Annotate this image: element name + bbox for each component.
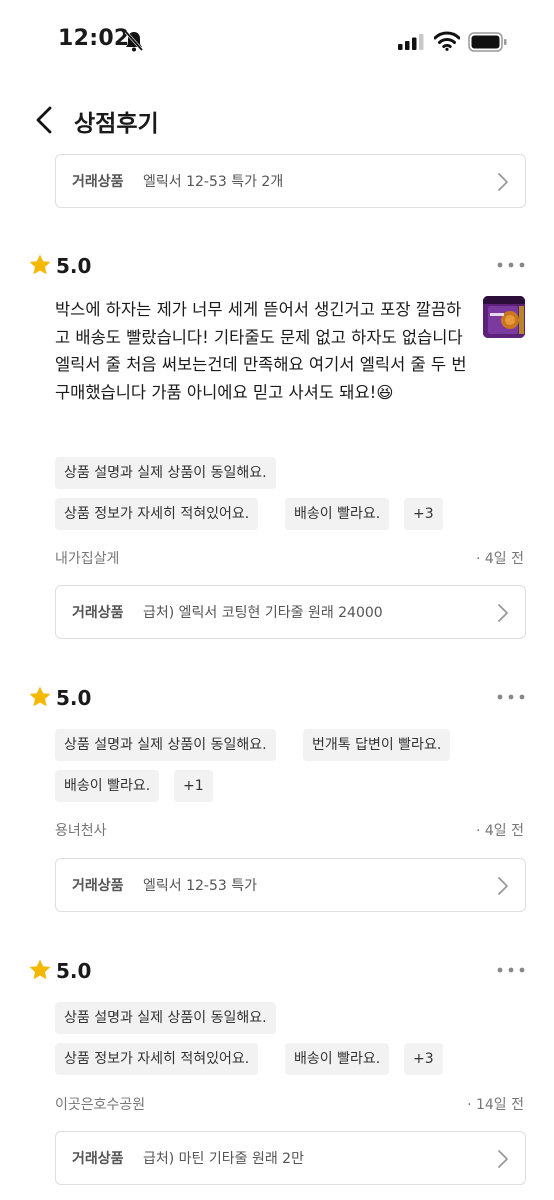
more-tags-count[interactable]: +1 (174, 770, 213, 802)
chevron-right-icon (498, 877, 508, 895)
star-icon (29, 959, 51, 980)
review-tag: 배송이 빨라요. (285, 1043, 390, 1075)
review-tag: 상품 정보가 자세히 적혀있어요. (55, 1043, 259, 1075)
trade-product-label: 거래상품 (72, 605, 124, 621)
trade-product-name: 급처) 마틴 기타줄 원래 2만 (143, 1151, 304, 1167)
review-tag: 배송이 빨라요. (55, 770, 160, 802)
back-icon[interactable] (30, 100, 60, 140)
review-tag: 상품 설명과 실제 상품이 동일해요. (55, 457, 276, 489)
reviewer-name[interactable]: 이곳은호수공원 (55, 1094, 145, 1114)
review-tag: 상품 설명과 실제 상품이 동일해요. (55, 1002, 276, 1034)
status-bar: 12:02 (0, 0, 554, 84)
reviewer-name[interactable]: 용녀천사 (55, 820, 107, 840)
star-icon (29, 254, 51, 275)
more-horizontal-icon[interactable] (496, 962, 526, 978)
trade-product-link[interactable]: 거래상품 엘릭서 12-53 특가 2개 (55, 154, 526, 208)
trade-product-label: 거래상품 (72, 878, 124, 894)
trade-product-label: 거래상품 (72, 1151, 124, 1167)
trade-product-name: 엘릭서 12-53 특가 2개 (143, 174, 284, 190)
review-time: · 4일 전 (475, 551, 524, 567)
nav-header: 상점후기 (0, 96, 554, 144)
review-tag: 번개톡 답변이 빨라요. (303, 729, 451, 761)
review-photo-thumbnail[interactable] (483, 296, 525, 338)
reviewer-name[interactable]: 내가집살게 (55, 548, 119, 568)
chevron-right-icon (498, 1150, 508, 1168)
more-horizontal-icon[interactable] (496, 257, 526, 273)
trade-product-link[interactable]: 거래상품 엘릭서 12-53 특가 (55, 858, 526, 912)
review-text: 박스에 하자는 제가 너무 세게 뜯어서 생긴거고 포장 깔끔하고 배송도 빨랐… (55, 300, 467, 402)
more-tags-count[interactable]: +3 (404, 498, 443, 530)
battery-icon (468, 32, 507, 52)
review-tag: 배송이 빨라요. (285, 498, 390, 530)
silent-bell-icon (124, 31, 144, 52)
review-time: · 14일 전 (467, 1097, 524, 1113)
signal-icon (398, 34, 424, 50)
chevron-right-icon (498, 173, 508, 191)
more-horizontal-icon[interactable] (496, 689, 526, 705)
trade-product-name: 급처) 엘릭서 코팅현 기타줄 원래 24000 (143, 605, 383, 621)
trade-product-link[interactable]: 거래상품 급처) 엘릭서 코팅현 기타줄 원래 24000 (55, 585, 526, 639)
review-time: · 4일 전 (475, 823, 524, 839)
trade-product-label: 거래상품 (72, 174, 124, 190)
wifi-icon (434, 31, 460, 51)
rating-score: 5.0 (56, 959, 92, 983)
review-tag: 상품 정보가 자세히 적혀있어요. (55, 498, 259, 530)
more-tags-count[interactable]: +3 (404, 1043, 443, 1075)
chevron-right-icon (498, 604, 508, 622)
status-time: 12:02 (58, 26, 130, 51)
star-icon (29, 686, 51, 707)
guitar-strings-package-image (483, 296, 525, 338)
rating-score: 5.0 (56, 254, 92, 278)
page-title: 상점후기 (74, 111, 159, 137)
rating-score: 5.0 (56, 686, 92, 710)
trade-product-link[interactable]: 거래상품 급처) 마틴 기타줄 원래 2만 (55, 1131, 526, 1185)
review-tag: 상품 설명과 실제 상품이 동일해요. (55, 729, 276, 761)
trade-product-name: 엘릭서 12-53 특가 (143, 878, 257, 894)
